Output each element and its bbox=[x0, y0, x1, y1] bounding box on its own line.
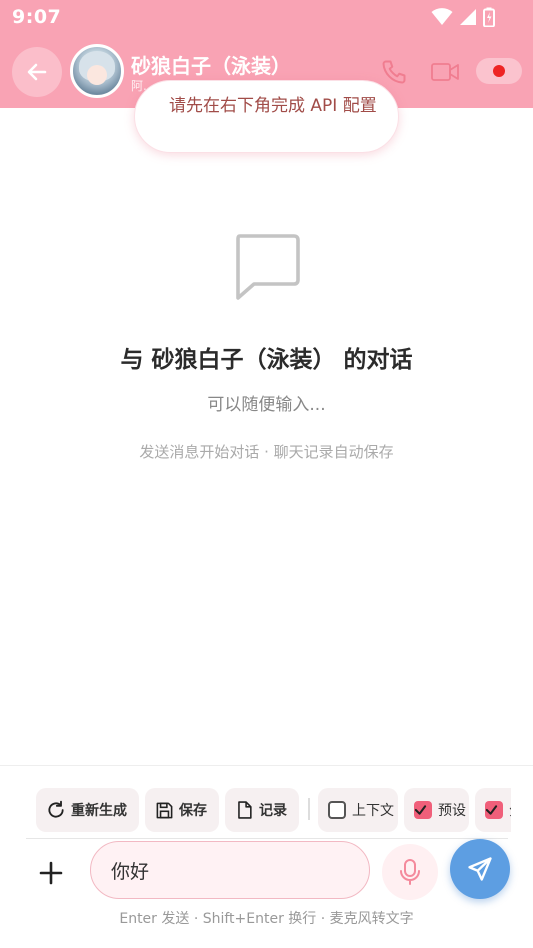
video-icon[interactable] bbox=[430, 60, 460, 84]
mic-button[interactable] bbox=[382, 844, 438, 900]
config-toast: 请先在右下角完成 API 配置 bbox=[134, 80, 399, 153]
back-button[interactable] bbox=[12, 47, 62, 97]
status-bar: 9:07 bbox=[0, 0, 533, 36]
chat-toolbar: 重新生成 保存 记录 上下文 预设 bbox=[36, 788, 511, 834]
mic-icon bbox=[400, 859, 420, 885]
empty-state-hint: 发送消息开始对话 · 聊天记录自动保存 bbox=[139, 443, 394, 461]
check-icon bbox=[485, 805, 498, 815]
save-label: 保存 bbox=[179, 803, 207, 819]
composer-panel: 重新生成 保存 记录 上下文 预设 你好 Enter 发送 · Shift+En… bbox=[0, 765, 533, 948]
toolbar-divider bbox=[308, 798, 310, 820]
preset-label: 预设 bbox=[438, 803, 466, 819]
save-button[interactable]: 保存 bbox=[145, 788, 219, 832]
more-checkbox[interactable] bbox=[485, 801, 503, 819]
status-icons bbox=[431, 7, 495, 27]
more-label: 分 bbox=[509, 800, 511, 820]
message-input[interactable] bbox=[90, 841, 370, 899]
chat-title: 砂狼白子（泳装） bbox=[131, 54, 291, 78]
context-label: 上下文 bbox=[352, 803, 394, 819]
regenerate-label: 重新生成 bbox=[71, 803, 127, 819]
records-label: 记录 bbox=[259, 803, 287, 819]
file-icon bbox=[238, 801, 252, 819]
status-time: 9:07 bbox=[12, 6, 62, 28]
composer-separator bbox=[26, 838, 508, 839]
record-dot-icon bbox=[493, 65, 505, 77]
phone-icon[interactable] bbox=[380, 58, 408, 86]
send-button[interactable] bbox=[450, 839, 510, 899]
avatar-face-shape bbox=[87, 65, 107, 85]
back-arrow-icon bbox=[27, 63, 47, 81]
save-icon bbox=[156, 802, 173, 818]
context-checkbox[interactable] bbox=[328, 801, 346, 819]
toast-message: 请先在右下角完成 API 配置 bbox=[169, 96, 377, 116]
chat-screen: 9:07 砂狼白子（泳装） 阿... 请先在右下角完成 API 配置 与 砂狼白… bbox=[0, 0, 533, 948]
check-icon bbox=[414, 805, 427, 815]
character-avatar[interactable] bbox=[70, 44, 124, 98]
composer-hint: Enter 发送 · Shift+Enter 换行 · 麦克风转文字 bbox=[119, 911, 414, 927]
wifi-icon bbox=[431, 8, 453, 25]
preset-checkbox[interactable] bbox=[414, 801, 432, 819]
signal-icon bbox=[460, 9, 476, 25]
context-toggle[interactable]: 上下文 bbox=[318, 788, 398, 832]
more-toggle[interactable]: 分 bbox=[475, 788, 511, 832]
records-button[interactable]: 记录 bbox=[225, 788, 299, 832]
chat-bubble-icon bbox=[236, 234, 300, 300]
record-toggle[interactable] bbox=[476, 58, 522, 84]
refresh-icon bbox=[48, 800, 64, 818]
empty-state-title: 与 砂狼白子（泳装） 的对话 bbox=[120, 347, 413, 373]
send-icon bbox=[468, 857, 492, 881]
battery-icon bbox=[483, 7, 495, 27]
preset-toggle[interactable]: 预设 bbox=[404, 788, 469, 832]
regenerate-button[interactable]: 重新生成 bbox=[36, 788, 139, 832]
plus-icon[interactable] bbox=[36, 858, 66, 888]
empty-state-subtitle: 可以随便输入... bbox=[207, 395, 326, 415]
